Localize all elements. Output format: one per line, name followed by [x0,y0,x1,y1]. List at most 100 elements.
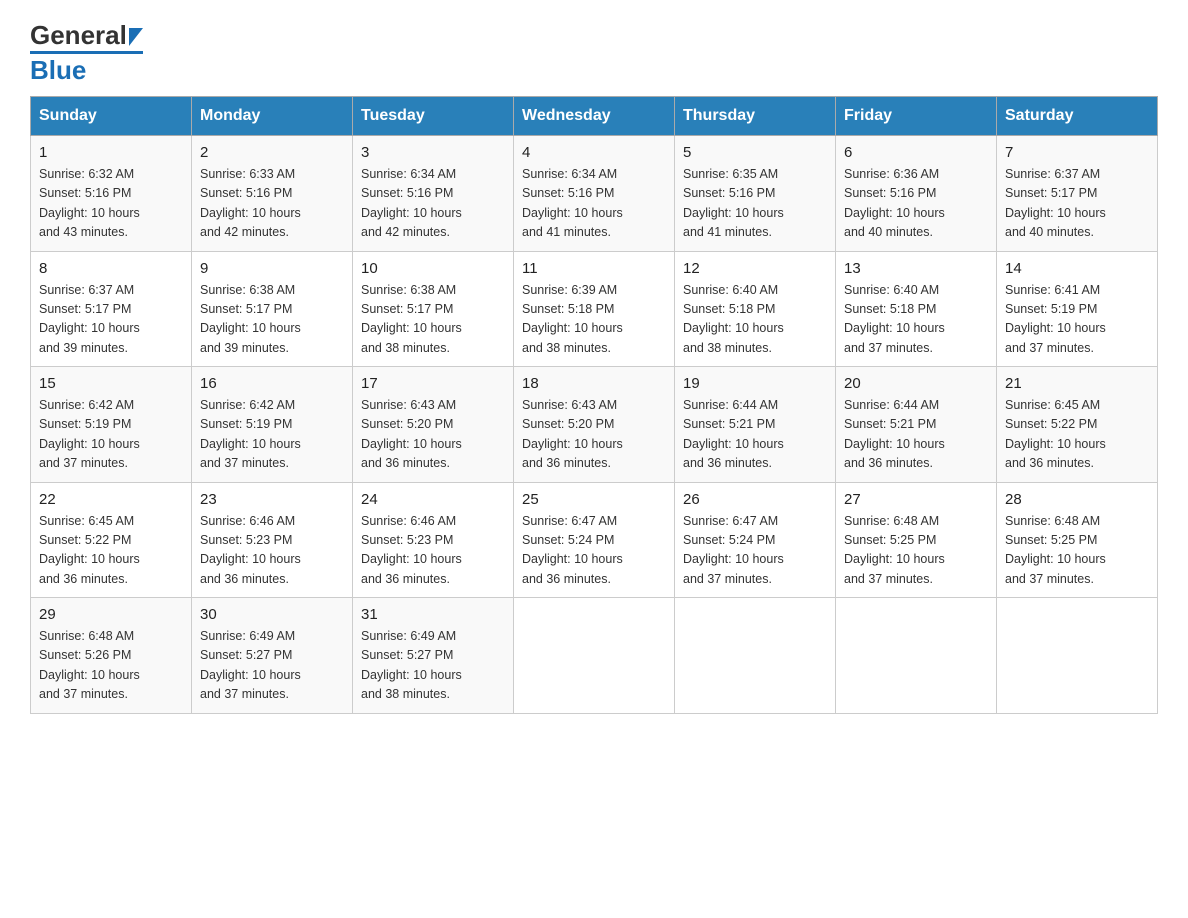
day-number: 26 [683,491,827,508]
day-number: 2 [200,144,344,161]
day-info: Sunrise: 6:45 AM Sunset: 5:22 PM Dayligh… [1005,396,1149,474]
day-info: Sunrise: 6:40 AM Sunset: 5:18 PM Dayligh… [844,281,988,359]
calendar-cell: 12 Sunrise: 6:40 AM Sunset: 5:18 PM Dayl… [675,251,836,367]
calendar-cell: 7 Sunrise: 6:37 AM Sunset: 5:17 PM Dayli… [997,136,1158,252]
day-number: 19 [683,375,827,392]
day-info: Sunrise: 6:46 AM Sunset: 5:23 PM Dayligh… [200,512,344,590]
day-info: Sunrise: 6:48 AM Sunset: 5:25 PM Dayligh… [844,512,988,590]
calendar-cell: 31 Sunrise: 6:49 AM Sunset: 5:27 PM Dayl… [353,598,514,714]
column-header-sunday: Sunday [31,97,192,136]
day-info: Sunrise: 6:45 AM Sunset: 5:22 PM Dayligh… [39,512,183,590]
calendar-cell: 6 Sunrise: 6:36 AM Sunset: 5:16 PM Dayli… [836,136,997,252]
day-info: Sunrise: 6:44 AM Sunset: 5:21 PM Dayligh… [683,396,827,474]
day-number: 31 [361,606,505,623]
calendar-cell: 25 Sunrise: 6:47 AM Sunset: 5:24 PM Dayl… [514,482,675,598]
day-number: 1 [39,144,183,161]
logo-blue-text: Blue [30,55,86,85]
calendar-cell: 13 Sunrise: 6:40 AM Sunset: 5:18 PM Dayl… [836,251,997,367]
day-number: 23 [200,491,344,508]
day-number: 15 [39,375,183,392]
logo-general-text: General [30,20,127,51]
day-info: Sunrise: 6:37 AM Sunset: 5:17 PM Dayligh… [39,281,183,359]
day-number: 25 [522,491,666,508]
day-info: Sunrise: 6:41 AM Sunset: 5:19 PM Dayligh… [1005,281,1149,359]
calendar-cell: 14 Sunrise: 6:41 AM Sunset: 5:19 PM Dayl… [997,251,1158,367]
calendar-cell: 11 Sunrise: 6:39 AM Sunset: 5:18 PM Dayl… [514,251,675,367]
calendar-cell [675,598,836,714]
day-number: 3 [361,144,505,161]
day-number: 13 [844,260,988,277]
day-info: Sunrise: 6:46 AM Sunset: 5:23 PM Dayligh… [361,512,505,590]
calendar-cell: 20 Sunrise: 6:44 AM Sunset: 5:21 PM Dayl… [836,367,997,483]
calendar-week-row: 1 Sunrise: 6:32 AM Sunset: 5:16 PM Dayli… [31,136,1158,252]
calendar-cell [836,598,997,714]
calendar-cell: 15 Sunrise: 6:42 AM Sunset: 5:19 PM Dayl… [31,367,192,483]
day-number: 5 [683,144,827,161]
day-number: 30 [200,606,344,623]
day-info: Sunrise: 6:47 AM Sunset: 5:24 PM Dayligh… [683,512,827,590]
column-header-tuesday: Tuesday [353,97,514,136]
day-info: Sunrise: 6:39 AM Sunset: 5:18 PM Dayligh… [522,281,666,359]
day-info: Sunrise: 6:49 AM Sunset: 5:27 PM Dayligh… [200,627,344,705]
calendar-cell: 5 Sunrise: 6:35 AM Sunset: 5:16 PM Dayli… [675,136,836,252]
day-info: Sunrise: 6:36 AM Sunset: 5:16 PM Dayligh… [844,165,988,243]
column-header-saturday: Saturday [997,97,1158,136]
day-info: Sunrise: 6:33 AM Sunset: 5:16 PM Dayligh… [200,165,344,243]
calendar-cell [997,598,1158,714]
day-info: Sunrise: 6:32 AM Sunset: 5:16 PM Dayligh… [39,165,183,243]
calendar-table: SundayMondayTuesdayWednesdayThursdayFrid… [30,96,1158,714]
logo: General Blue [30,20,143,86]
day-number: 7 [1005,144,1149,161]
calendar-cell: 8 Sunrise: 6:37 AM Sunset: 5:17 PM Dayli… [31,251,192,367]
day-info: Sunrise: 6:37 AM Sunset: 5:17 PM Dayligh… [1005,165,1149,243]
calendar-cell: 21 Sunrise: 6:45 AM Sunset: 5:22 PM Dayl… [997,367,1158,483]
calendar-cell: 18 Sunrise: 6:43 AM Sunset: 5:20 PM Dayl… [514,367,675,483]
day-info: Sunrise: 6:34 AM Sunset: 5:16 PM Dayligh… [361,165,505,243]
day-number: 18 [522,375,666,392]
column-header-monday: Monday [192,97,353,136]
day-info: Sunrise: 6:38 AM Sunset: 5:17 PM Dayligh… [200,281,344,359]
calendar-cell: 2 Sunrise: 6:33 AM Sunset: 5:16 PM Dayli… [192,136,353,252]
day-number: 17 [361,375,505,392]
column-header-thursday: Thursday [675,97,836,136]
calendar-cell: 10 Sunrise: 6:38 AM Sunset: 5:17 PM Dayl… [353,251,514,367]
day-info: Sunrise: 6:38 AM Sunset: 5:17 PM Dayligh… [361,281,505,359]
calendar-cell: 27 Sunrise: 6:48 AM Sunset: 5:25 PM Dayl… [836,482,997,598]
day-number: 22 [39,491,183,508]
calendar-cell: 29 Sunrise: 6:48 AM Sunset: 5:26 PM Dayl… [31,598,192,714]
calendar-cell: 19 Sunrise: 6:44 AM Sunset: 5:21 PM Dayl… [675,367,836,483]
calendar-cell: 23 Sunrise: 6:46 AM Sunset: 5:23 PM Dayl… [192,482,353,598]
calendar-week-row: 22 Sunrise: 6:45 AM Sunset: 5:22 PM Dayl… [31,482,1158,598]
calendar-cell: 26 Sunrise: 6:47 AM Sunset: 5:24 PM Dayl… [675,482,836,598]
calendar-cell: 1 Sunrise: 6:32 AM Sunset: 5:16 PM Dayli… [31,136,192,252]
page-header: General Blue [30,20,1158,86]
day-number: 6 [844,144,988,161]
day-info: Sunrise: 6:49 AM Sunset: 5:27 PM Dayligh… [361,627,505,705]
calendar-week-row: 15 Sunrise: 6:42 AM Sunset: 5:19 PM Dayl… [31,367,1158,483]
calendar-cell: 28 Sunrise: 6:48 AM Sunset: 5:25 PM Dayl… [997,482,1158,598]
day-number: 29 [39,606,183,623]
day-info: Sunrise: 6:47 AM Sunset: 5:24 PM Dayligh… [522,512,666,590]
calendar-cell: 22 Sunrise: 6:45 AM Sunset: 5:22 PM Dayl… [31,482,192,598]
day-number: 9 [200,260,344,277]
day-number: 12 [683,260,827,277]
day-number: 21 [1005,375,1149,392]
day-number: 28 [1005,491,1149,508]
day-number: 4 [522,144,666,161]
day-info: Sunrise: 6:43 AM Sunset: 5:20 PM Dayligh… [361,396,505,474]
calendar-week-row: 8 Sunrise: 6:37 AM Sunset: 5:17 PM Dayli… [31,251,1158,367]
calendar-cell: 9 Sunrise: 6:38 AM Sunset: 5:17 PM Dayli… [192,251,353,367]
calendar-cell: 24 Sunrise: 6:46 AM Sunset: 5:23 PM Dayl… [353,482,514,598]
column-header-friday: Friday [836,97,997,136]
day-info: Sunrise: 6:34 AM Sunset: 5:16 PM Dayligh… [522,165,666,243]
calendar-cell [514,598,675,714]
day-number: 10 [361,260,505,277]
day-number: 16 [200,375,344,392]
day-number: 11 [522,260,666,277]
calendar-cell: 3 Sunrise: 6:34 AM Sunset: 5:16 PM Dayli… [353,136,514,252]
day-number: 8 [39,260,183,277]
day-info: Sunrise: 6:40 AM Sunset: 5:18 PM Dayligh… [683,281,827,359]
day-info: Sunrise: 6:35 AM Sunset: 5:16 PM Dayligh… [683,165,827,243]
day-number: 20 [844,375,988,392]
calendar-header-row: SundayMondayTuesdayWednesdayThursdayFrid… [31,97,1158,136]
